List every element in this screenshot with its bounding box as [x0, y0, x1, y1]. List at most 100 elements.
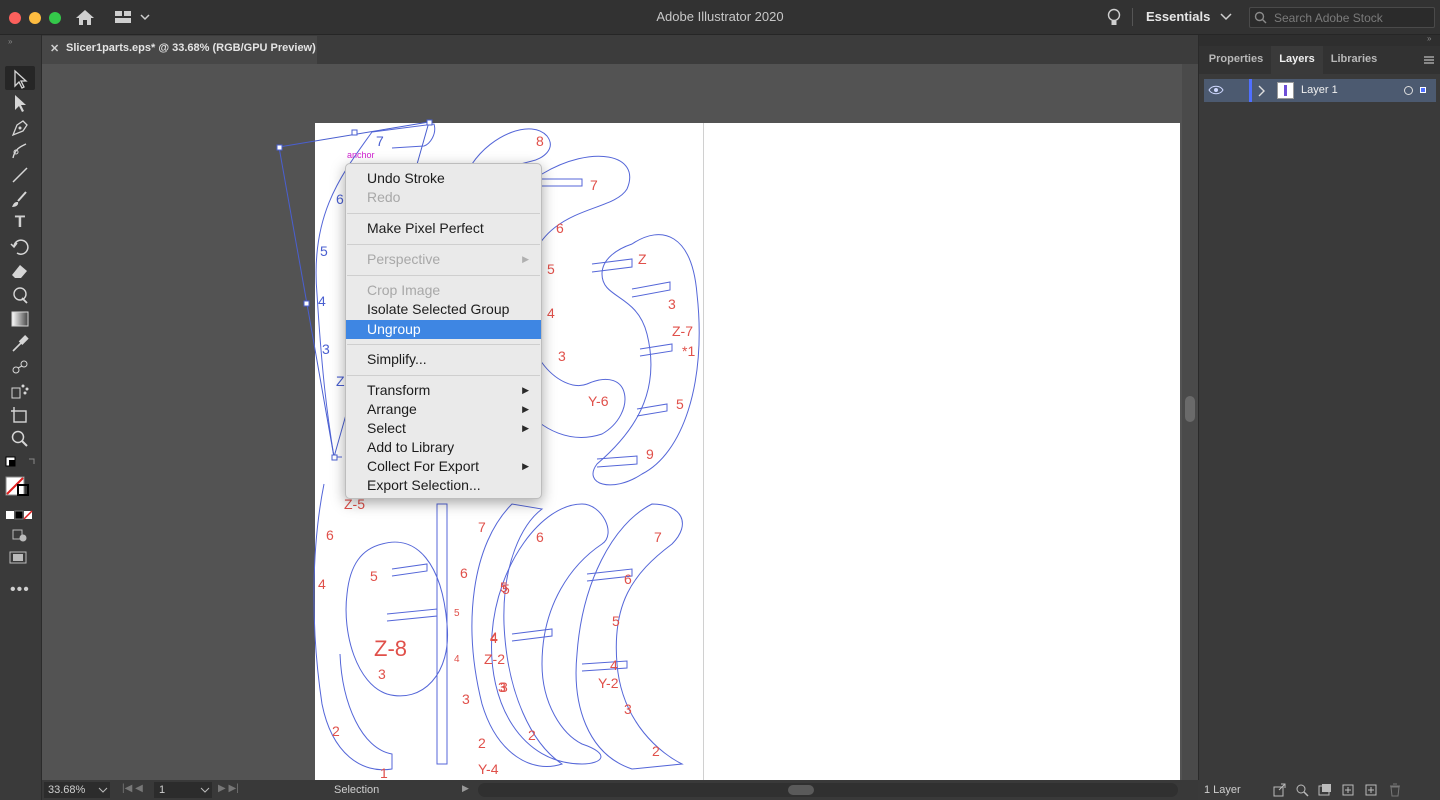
- art-label: Z-8: [374, 636, 407, 661]
- status-menu-arrow-icon[interactable]: ▶: [462, 783, 469, 794]
- layer-count: 1 Layer: [1204, 784, 1241, 796]
- eye-icon[interactable]: [1208, 85, 1224, 95]
- export-icon[interactable]: [1272, 783, 1286, 797]
- vertical-scrollbar[interactable]: [1182, 64, 1198, 780]
- art-label: 3: [558, 348, 566, 364]
- art-label: 2: [332, 723, 340, 739]
- artboard-nav-next-last-icon[interactable]: ▶ ▶|: [218, 783, 239, 794]
- blend-tool-icon[interactable]: [8, 356, 32, 378]
- artwork[interactable]: 7 6 5 4 3 Z Z-5 6 5 4 3 2 1 8 7 6 5 4 3 …: [42, 64, 1198, 780]
- document-tab[interactable]: ✕ Slicer1parts.eps* @ 33.68% (RGB/GPU Pr…: [42, 36, 317, 64]
- curvature-tool-icon[interactable]: [8, 140, 32, 162]
- submenu-arrow-icon: ▶: [522, 404, 529, 414]
- art-label: 3: [378, 666, 386, 682]
- art-label: 3: [500, 679, 508, 695]
- selection-indicator[interactable]: [1420, 87, 1426, 93]
- clipping-mask-icon[interactable]: [1318, 783, 1332, 797]
- art-label: 9: [646, 446, 654, 462]
- artboard-nav-first-prev-icon[interactable]: |◀ ◀: [122, 783, 143, 794]
- paintbrush-tool-icon[interactable]: [8, 188, 32, 210]
- vertical-scroll-thumb[interactable]: [1185, 396, 1195, 422]
- rotate-tool-icon[interactable]: [8, 236, 32, 258]
- art-label: Z-2: [484, 651, 505, 667]
- trash-icon[interactable]: [1388, 783, 1402, 797]
- canvas[interactable]: 7 6 5 4 3 Z Z-5 6 5 4 3 2 1 8 7 6 5 4 3 …: [42, 64, 1198, 780]
- art-label: 7: [590, 177, 598, 193]
- menu-item-make-pixel-perfect[interactable]: Make Pixel Perfect: [346, 219, 541, 238]
- locate-object-icon[interactable]: [1295, 783, 1309, 797]
- layers-panel-footer: 1 Layer: [1198, 780, 1440, 800]
- art-label: 4: [454, 654, 460, 665]
- color-mode-icons[interactable]: [4, 509, 38, 521]
- new-sublayer-icon[interactable]: [1341, 783, 1355, 797]
- art-label: 6: [536, 529, 544, 545]
- art-label: 3: [624, 701, 632, 717]
- art-label: 8: [536, 133, 544, 149]
- symbol-sprayer-tool-icon[interactable]: [8, 380, 32, 402]
- art-label: 4: [610, 657, 618, 673]
- eraser-tool-icon[interactable]: [8, 260, 32, 282]
- art-label: 7: [478, 519, 486, 535]
- gradient-tool-icon[interactable]: [8, 308, 32, 330]
- chevron-down-icon[interactable]: [98, 787, 108, 794]
- menu-item-simplify[interactable]: Simplify...: [346, 350, 541, 369]
- tab-libraries[interactable]: Libraries: [1323, 46, 1385, 74]
- art-label: 4: [490, 630, 498, 646]
- default-colors-icon[interactable]: [4, 455, 38, 473]
- menu-separator: [347, 213, 540, 214]
- menu-item-label: Collect For Export: [367, 458, 480, 474]
- collapse-panel-icon[interactable]: »: [8, 37, 12, 46]
- menu-item-redo: Redo: [346, 188, 541, 207]
- zoom-tool-icon[interactable]: [8, 428, 32, 450]
- artboard-tool-icon[interactable]: [8, 404, 32, 426]
- fill-stroke-swatch-icon[interactable]: [4, 475, 38, 505]
- warp-tool-icon[interactable]: [8, 284, 32, 306]
- target-icon[interactable]: [1403, 85, 1414, 96]
- layers-panel: » Properties Layers Libraries Layer 1: [1198, 34, 1440, 800]
- menu-item-undo-stroke[interactable]: Undo Stroke: [346, 169, 541, 188]
- draw-mode-icon[interactable]: [10, 527, 30, 543]
- workspace-switcher[interactable]: Essentials: [1146, 9, 1232, 24]
- layer-name[interactable]: Layer 1: [1301, 84, 1338, 96]
- menu-item-collect-for-export[interactable]: Collect For Export ▶: [346, 457, 541, 476]
- art-label: 5: [612, 613, 620, 629]
- menu-separator: [347, 375, 540, 376]
- layer-row[interactable]: Layer 1: [1204, 79, 1436, 102]
- art-label: Z: [638, 251, 647, 267]
- menu-item-ungroup[interactable]: Ungroup: [346, 320, 541, 339]
- menu-item-transform[interactable]: Transform ▶: [346, 381, 541, 400]
- layer-color-bar: [1249, 79, 1252, 102]
- tab-properties[interactable]: Properties: [1201, 46, 1271, 74]
- art-label: 4: [547, 305, 555, 321]
- menu-item-export-selection[interactable]: Export Selection...: [346, 476, 541, 495]
- selection-tool-icon[interactable]: [8, 68, 32, 90]
- edit-toolbar-more-icon[interactable]: •••: [10, 581, 30, 599]
- horizontal-scroll-thumb[interactable]: [788, 785, 814, 795]
- divider: [1132, 8, 1133, 26]
- direct-selection-tool-icon[interactable]: [8, 92, 32, 114]
- collapse-panel-icon[interactable]: »: [1427, 34, 1431, 43]
- menu-item-add-to-library[interactable]: Add to Library: [346, 438, 541, 457]
- screen-mode-icon[interactable]: [8, 550, 32, 566]
- art-label: 3: [322, 341, 330, 357]
- close-tab-icon[interactable]: ✕: [50, 42, 59, 55]
- menu-item-arrange[interactable]: Arrange ▶: [346, 400, 541, 419]
- stock-search-input[interactable]: Search Adobe Stock: [1249, 7, 1435, 28]
- line-tool-icon[interactable]: [8, 164, 32, 186]
- type-tool-icon[interactable]: T: [8, 211, 32, 233]
- menu-item-select[interactable]: Select ▶: [346, 419, 541, 438]
- eyedropper-tool-icon[interactable]: [8, 332, 32, 354]
- panel-menu-icon[interactable]: [1423, 55, 1435, 65]
- lightbulb-icon[interactable]: [1106, 8, 1122, 27]
- pen-tool-icon[interactable]: [8, 116, 32, 138]
- chevron-right-icon[interactable]: [1257, 85, 1267, 97]
- menu-item-isolate-selected-group[interactable]: Isolate Selected Group: [346, 300, 541, 319]
- chevron-down-icon[interactable]: [200, 787, 210, 794]
- tab-layers[interactable]: Layers: [1271, 46, 1323, 74]
- art-label: 6: [556, 220, 564, 236]
- status-bar: 33.68% |◀ ◀ 1 ▶ ▶| Selection ▶: [42, 780, 1198, 800]
- horizontal-scrollbar[interactable]: [478, 783, 1178, 797]
- new-layer-icon[interactable]: [1364, 783, 1378, 797]
- menu-item-label: Perspective: [367, 251, 441, 267]
- menu-item-label: Arrange: [367, 401, 417, 417]
